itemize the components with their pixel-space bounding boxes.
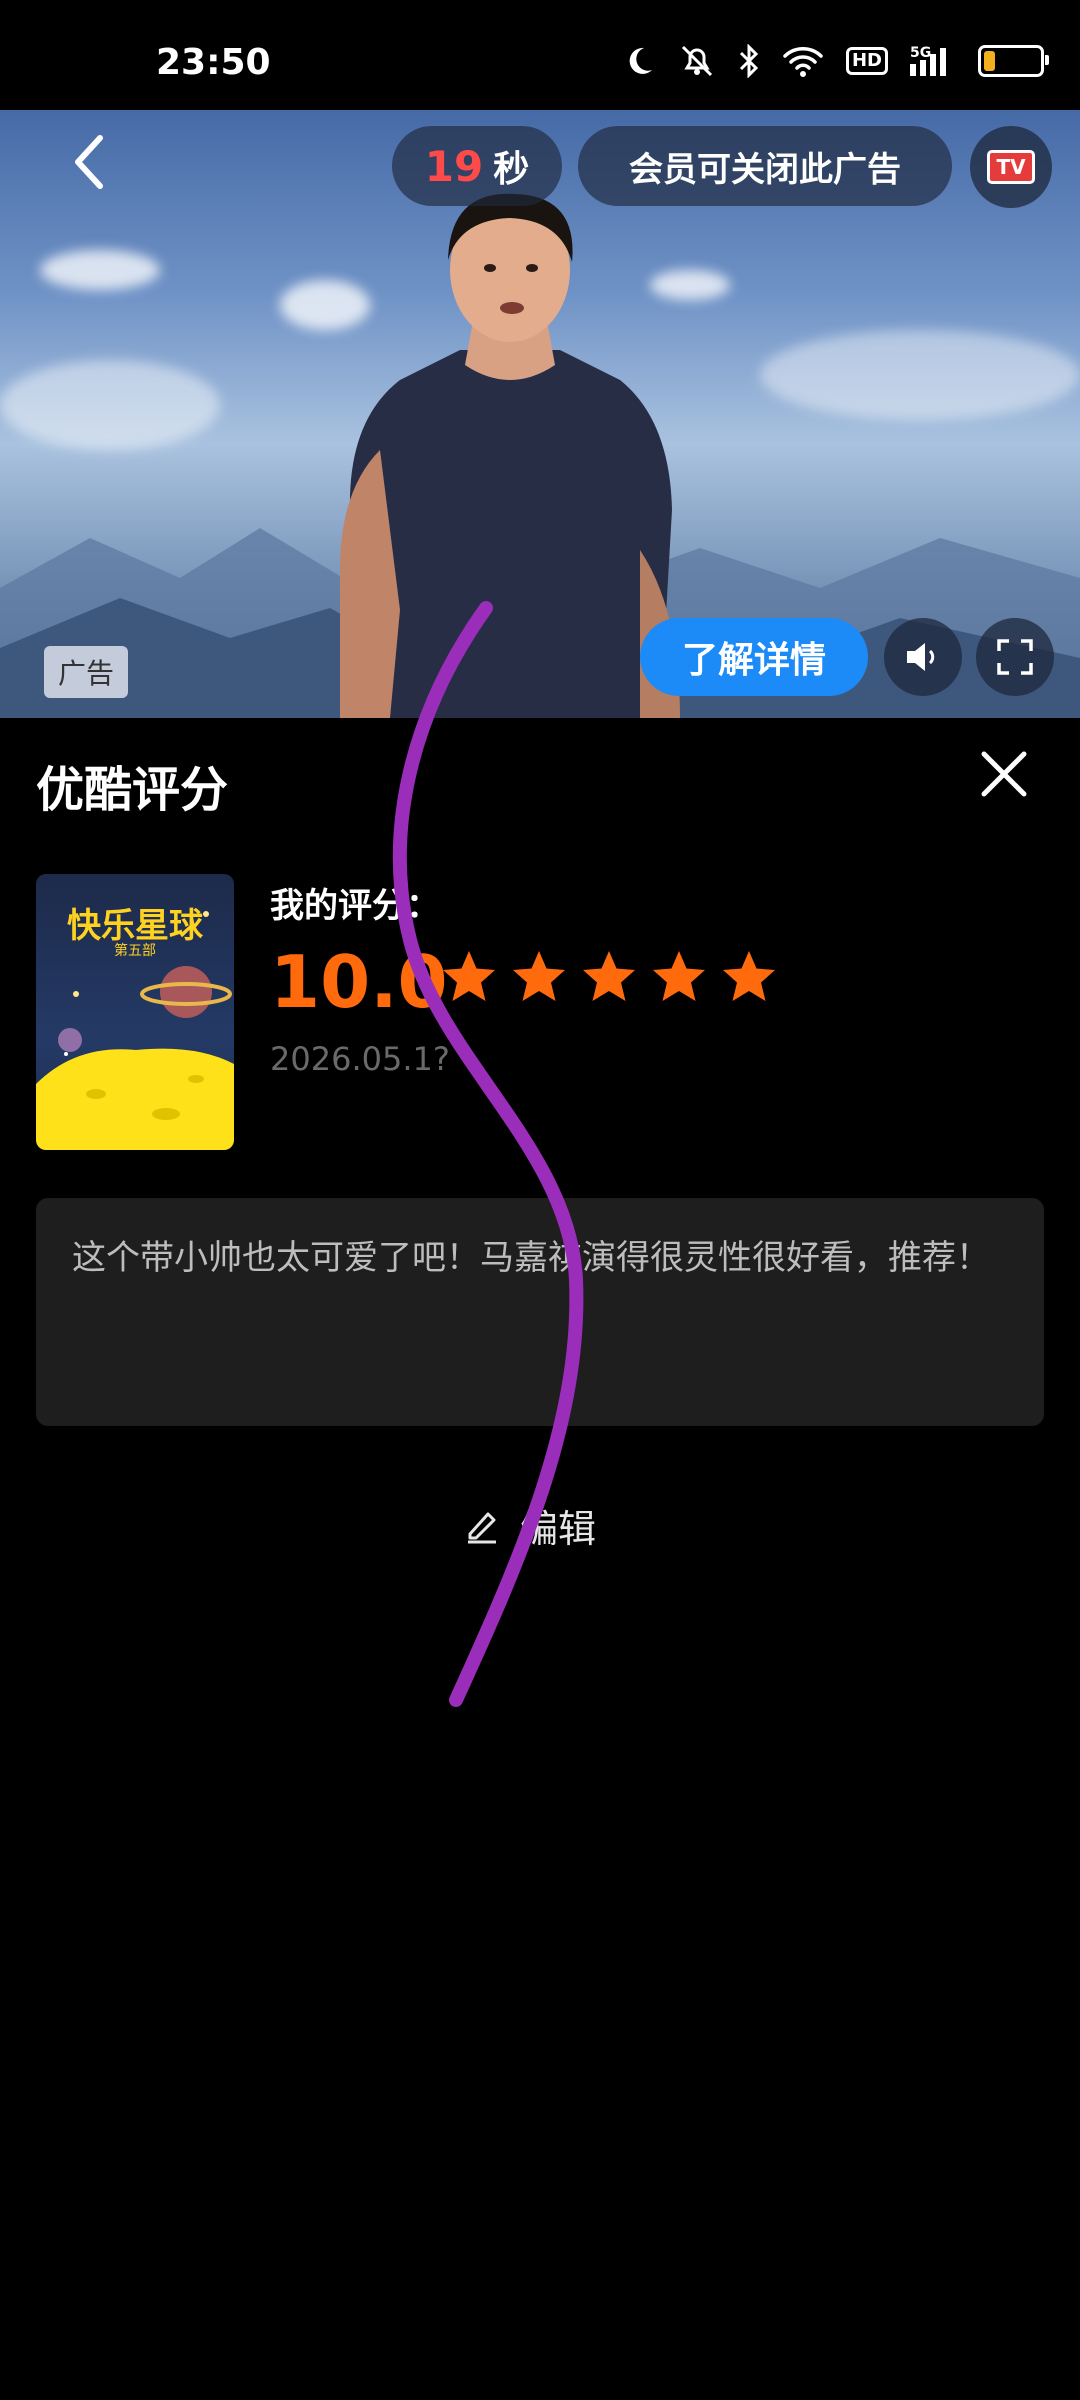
panel-title: 优酷评分	[36, 762, 229, 818]
volume-button[interactable]	[884, 618, 962, 696]
star-icon[interactable]	[440, 948, 498, 1006]
battery-fill	[984, 51, 995, 71]
rating-score: 10.0	[270, 940, 448, 1024]
rating-date: 2026.05.1?	[270, 1040, 450, 1078]
cloud	[760, 330, 1080, 420]
star-icon[interactable]	[650, 948, 708, 1006]
network-label: 5G	[910, 45, 931, 61]
rating-stars[interactable]	[440, 948, 778, 1006]
fullscreen-icon	[997, 639, 1033, 675]
comment-text: 这个带小帅也太可爱了吧！马嘉祺演得很灵性很好看，推荐！	[72, 1238, 990, 1278]
cloud	[40, 250, 160, 290]
status-time: 23:50	[156, 42, 271, 83]
battery-icon	[978, 45, 1049, 77]
ad-label: 广告	[44, 646, 129, 698]
edit-button[interactable]: 编辑	[462, 1498, 596, 1553]
countdown-unit: 秒	[493, 149, 530, 190]
tv-icon: TV	[987, 150, 1035, 184]
star-icon[interactable]	[510, 948, 568, 1006]
signal-5g-icon: 5G	[910, 44, 956, 78]
ad-countdown: 19 秒	[392, 126, 562, 206]
actor-photo	[340, 193, 680, 718]
tv-cast-button[interactable]: TV	[970, 126, 1052, 208]
poster-subtitle: 第五部	[114, 943, 156, 959]
fullscreen-button[interactable]	[976, 618, 1054, 696]
moon-icon	[622, 44, 656, 78]
star-icon[interactable]	[580, 948, 638, 1006]
back-arrow-icon	[75, 135, 103, 189]
show-poster[interactable]: 快乐星球 第五部	[36, 874, 234, 1150]
volume-icon	[907, 643, 935, 671]
learn-more-button[interactable]: 了解详情	[640, 618, 868, 696]
edit-label: 编辑	[520, 1507, 597, 1551]
countdown-number: 19	[424, 141, 484, 191]
my-rating-label: 我的评分：	[270, 886, 440, 926]
vip-close-ad-button[interactable]: 会员可关闭此广告	[578, 126, 952, 206]
close-icon	[981, 751, 1027, 797]
wifi-icon	[782, 44, 824, 78]
status-bar: 23:50 HD 5G	[0, 0, 1080, 110]
status-icons: HD 5G	[622, 44, 1049, 78]
close-button[interactable]	[976, 746, 1032, 802]
hd-icon: HD	[845, 47, 888, 75]
comment-box: 这个带小帅也太可爱了吧！马嘉祺演得很灵性很好看，推荐！	[36, 1198, 1044, 1426]
pencil-icon	[468, 1512, 496, 1543]
ad-banner[interactable]: 19 秒 会员可关闭此广告 TV 广告 了解详情	[0, 110, 1080, 718]
mute-icon	[678, 44, 716, 78]
star-icon[interactable]	[720, 948, 778, 1006]
back-button[interactable]	[62, 132, 122, 192]
bluetooth-icon	[738, 44, 760, 78]
